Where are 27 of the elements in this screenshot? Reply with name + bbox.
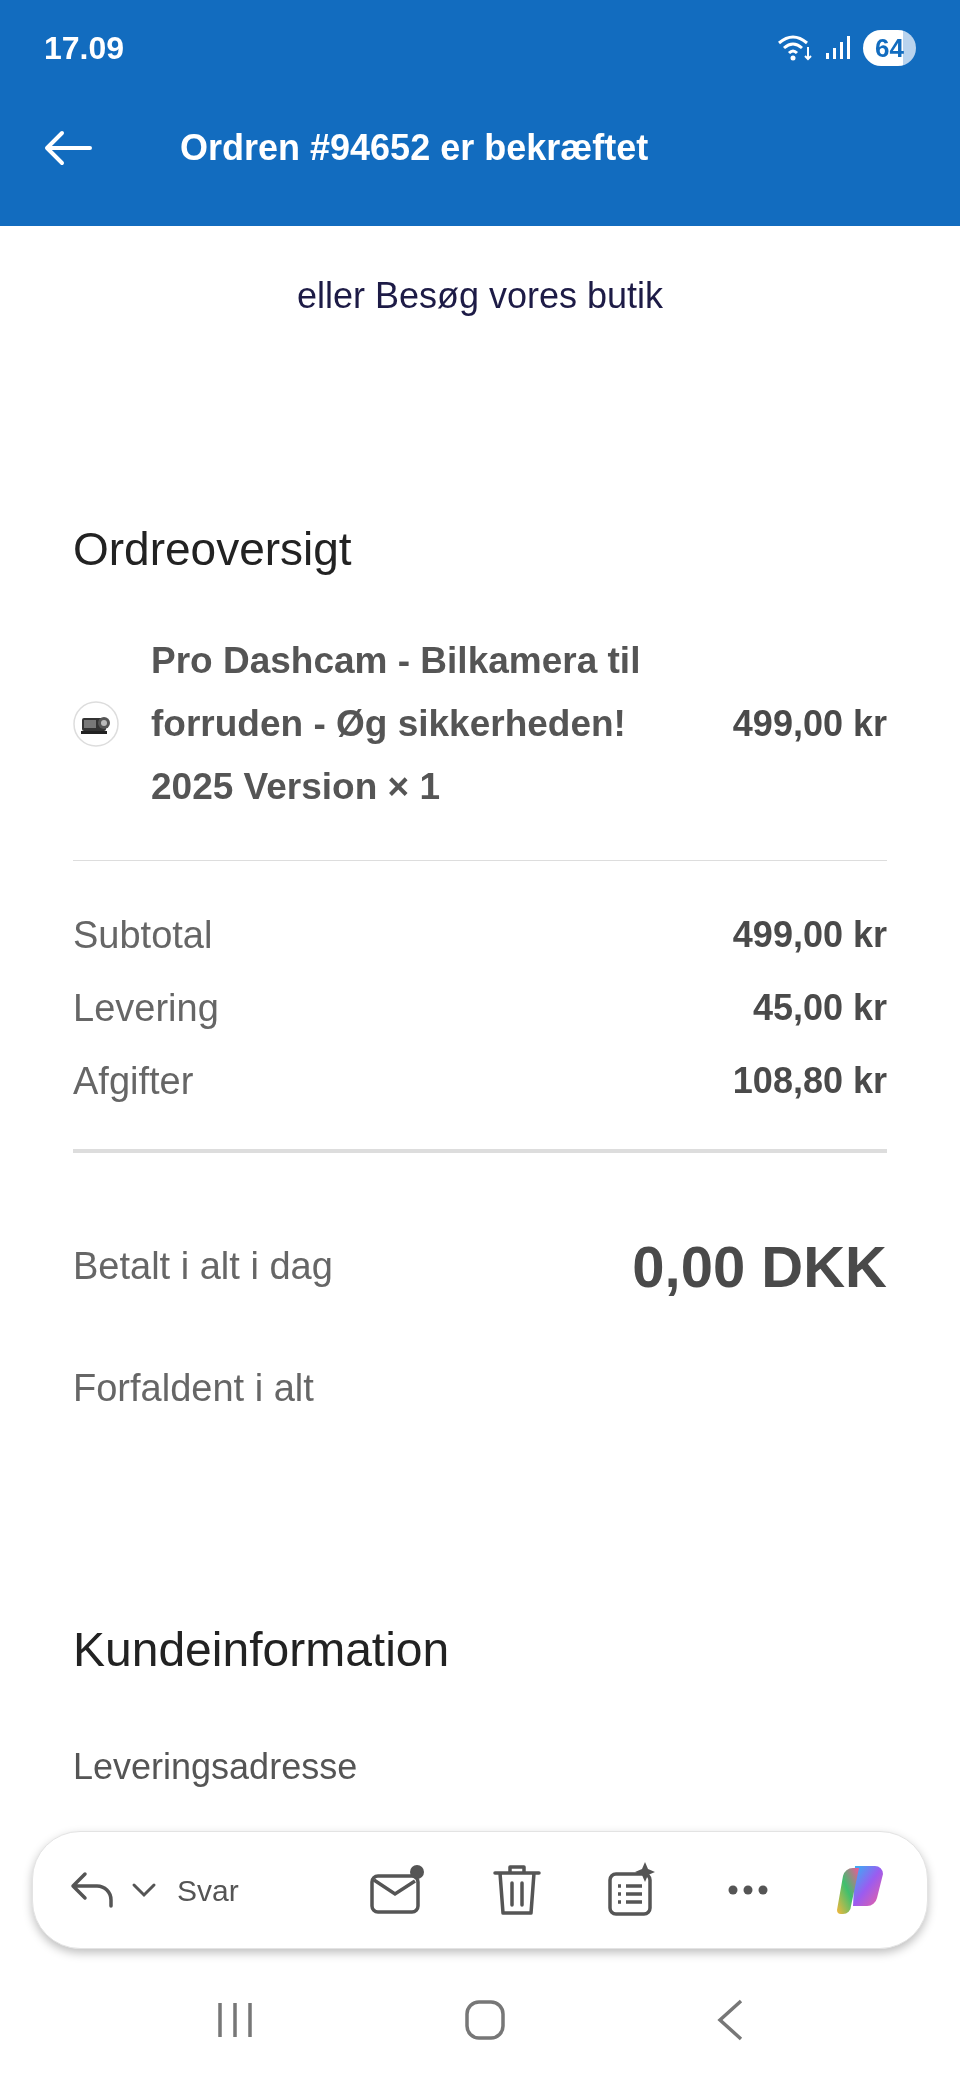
total-label: Levering: [73, 985, 219, 1031]
subsection-heading: Leveringsadresse: [73, 1745, 359, 1789]
total-label: Afgifter: [73, 1058, 194, 1104]
product-price: 499,00 kr: [732, 701, 887, 746]
signal-icon: [825, 35, 852, 61]
back-arrow-icon[interactable]: [44, 130, 92, 166]
home-icon[interactable]: [464, 1999, 506, 2041]
screen-title: Ordren #94652 er bekræftet: [180, 126, 649, 170]
section-heading: Kundeinformation: [73, 1622, 451, 1678]
total-amount: 499,00 kr: [732, 913, 887, 957]
more-icon[interactable]: [726, 1884, 769, 1896]
total-amount: 45,00 kr: [752, 986, 887, 1030]
total-amount: 0,00 DKK: [632, 1233, 887, 1301]
wifi-icon: [777, 33, 814, 63]
total-label: Betalt i alt i dag: [73, 1244, 333, 1289]
battery-badge: 64: [863, 30, 916, 66]
product-name: Pro Dashcam - Bilkamera til forruden - Øg sikkerheden! 2025 Version × 1: [151, 639, 642, 809]
unread-mail-icon[interactable]: [369, 1864, 425, 1916]
reply-button[interactable]: Svar: [177, 1867, 239, 1913]
due-label: Forfaldent i alt: [73, 1366, 315, 1411]
caret-icon[interactable]: [131, 1882, 157, 1898]
store-link[interactable]: eller Besøg vores butik: [296, 269, 664, 323]
section-heading: Ordreoversigt: [73, 522, 353, 577]
status-time: 17.09: [44, 29, 125, 68]
trash-icon[interactable]: [491, 1863, 542, 1917]
total-amount: 108,80 kr: [732, 1059, 887, 1103]
total-label: Subtotal: [73, 912, 213, 958]
